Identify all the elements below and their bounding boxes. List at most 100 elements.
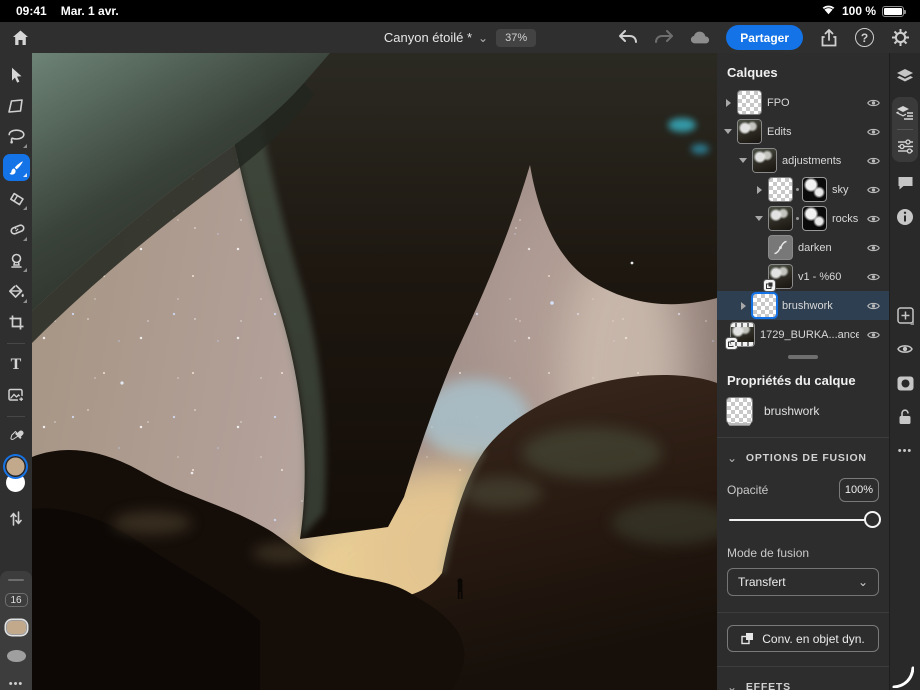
export-icon[interactable] [819, 28, 839, 48]
layer-mask-thumbnail [803, 207, 826, 230]
lock-layer-button[interactable] [892, 404, 918, 430]
eye-icon[interactable] [865, 211, 881, 227]
zoom-level-badge[interactable]: 37% [496, 29, 536, 47]
opacity-slider[interactable] [729, 510, 875, 530]
layer-row-fpo[interactable]: FPO [717, 88, 889, 117]
place-image-tool[interactable] [2, 380, 30, 411]
color-wells[interactable] [3, 456, 29, 500]
canvas-artwork [32, 53, 717, 690]
settings-gear-icon[interactable] [890, 28, 910, 48]
swap-colors-button[interactable] [2, 503, 30, 534]
photoshop-ipad-app: 09:41 Mar. 1 avr. 100 % Canyon étoilé * … [0, 0, 920, 690]
home-button[interactable] [10, 28, 30, 48]
chevron-right-icon[interactable] [724, 99, 732, 107]
brush-tool[interactable] [3, 154, 30, 181]
undo-button[interactable] [618, 28, 638, 48]
more-actions-button[interactable]: ••• [892, 438, 918, 464]
eye-icon[interactable] [865, 95, 881, 111]
clone-stamp-tool[interactable] [2, 245, 30, 276]
brush-size-field[interactable]: 16 [5, 593, 28, 607]
opacity-value-field[interactable]: 100% [839, 478, 879, 502]
layer-row-brushwork-selected[interactable]: brushwork [717, 291, 889, 320]
eyedropper-tool[interactable] [2, 422, 30, 453]
layer-row-darken[interactable]: darken [717, 233, 889, 262]
comments-button[interactable] [892, 170, 918, 196]
layer-visibility-button[interactable] [892, 336, 918, 362]
lasso-select-tool[interactable] [2, 121, 30, 152]
chevron-down-icon[interactable] [724, 129, 732, 134]
layers-panel-title: Calques [717, 53, 889, 88]
effects-section-header[interactable]: ⌄ EFFETS [717, 667, 889, 690]
selected-layer-name: brushwork [764, 404, 819, 418]
eye-icon[interactable] [865, 240, 881, 256]
brush-color-swatch[interactable] [7, 621, 26, 633]
layer-thumbnail [769, 207, 792, 230]
document-title[interactable]: Canyon étoilé * ⌄ [384, 30, 488, 45]
document-canvas[interactable] [32, 53, 717, 690]
redo-button[interactable] [654, 28, 674, 48]
chevron-right-icon[interactable] [739, 302, 747, 310]
layer-row-rocks[interactable]: rocks [717, 204, 889, 233]
eraser-tool[interactable] [2, 183, 30, 214]
eye-icon[interactable] [865, 182, 881, 198]
blend-options-section-header[interactable]: ⌄ OPTIONS DE FUSION [717, 438, 889, 476]
crop-tool[interactable] [2, 307, 30, 338]
layer-row-background[interactable]: 1729_BURKA...anced-NR33 [717, 320, 889, 349]
tool-bar: T 16 ••• [0, 53, 32, 690]
transform-tool[interactable] [2, 90, 30, 121]
eye-icon[interactable] [865, 153, 881, 169]
date: Mar. 1 avr. [61, 4, 119, 18]
eye-icon[interactable] [865, 124, 881, 140]
convert-smart-object-button[interactable]: Conv. en objet dyn. [727, 625, 879, 652]
panel-grabber[interactable] [8, 579, 24, 581]
layer-thumbnail [738, 120, 761, 143]
panel-view-toggle [892, 97, 918, 162]
smart-object-thumbnail [769, 265, 792, 288]
selected-layer-thumbnail [727, 398, 752, 423]
more-options-button[interactable]: ••• [9, 678, 24, 690]
adjustments-button[interactable] [892, 133, 918, 159]
layers-compact-view-button[interactable] [892, 63, 918, 89]
info-button[interactable] [892, 204, 918, 230]
healing-brush-tool[interactable] [2, 214, 30, 245]
app-toolbar: Canyon étoilé * ⌄ 37% Partager ? [0, 22, 920, 53]
wifi-icon [821, 4, 836, 18]
layer-row-sky[interactable]: sky [717, 175, 889, 204]
smart-object-badge-icon [726, 338, 737, 349]
share-button[interactable]: Partager [726, 25, 803, 50]
eye-icon[interactable] [865, 269, 881, 285]
add-layer-button[interactable] [892, 302, 918, 328]
foreground-color-well[interactable] [5, 456, 26, 477]
layer-row-edits[interactable]: Edits [717, 117, 889, 146]
fill-bucket-tool[interactable] [2, 276, 30, 307]
chevron-down-icon[interactable] [755, 216, 763, 221]
blend-mode-dropdown[interactable]: Transfert ⌄ [727, 568, 879, 596]
layers-detail-view-button[interactable] [892, 100, 918, 126]
layer-row-adjustments[interactable]: adjustments [717, 146, 889, 175]
smart-object-icon [741, 632, 754, 645]
opacity-slider-knob[interactable] [864, 511, 881, 528]
help-button[interactable]: ? [855, 28, 874, 47]
battery-percent: 100 % [842, 4, 876, 18]
move-tool[interactable] [2, 59, 30, 90]
corner-gesture-indicator [892, 666, 914, 688]
layer-mask-button[interactable] [892, 370, 918, 396]
eye-icon[interactable] [865, 298, 881, 314]
eye-icon[interactable] [865, 327, 881, 343]
layer-row-v1[interactable]: v1 - %60 [717, 262, 889, 291]
layer-thumbnail [753, 149, 776, 172]
chevron-down-icon: ⌄ [727, 455, 738, 461]
layer-thumbnail [753, 294, 776, 317]
brush-preview[interactable] [7, 650, 26, 662]
panel-resize-handle[interactable] [788, 355, 818, 359]
smart-object-badge-icon [764, 280, 775, 291]
mask-link-dot [796, 217, 799, 220]
cloud-sync-icon[interactable] [690, 28, 710, 48]
clock: 09:41 [16, 4, 47, 18]
type-tool[interactable]: T [2, 349, 30, 380]
chevron-down-icon: ⌄ [858, 579, 868, 585]
opacity-label: Opacité [727, 483, 768, 497]
chevron-right-icon[interactable] [755, 186, 763, 194]
chevron-down-icon[interactable] [739, 158, 747, 163]
blend-mode-label: Mode de fusion [717, 540, 889, 568]
